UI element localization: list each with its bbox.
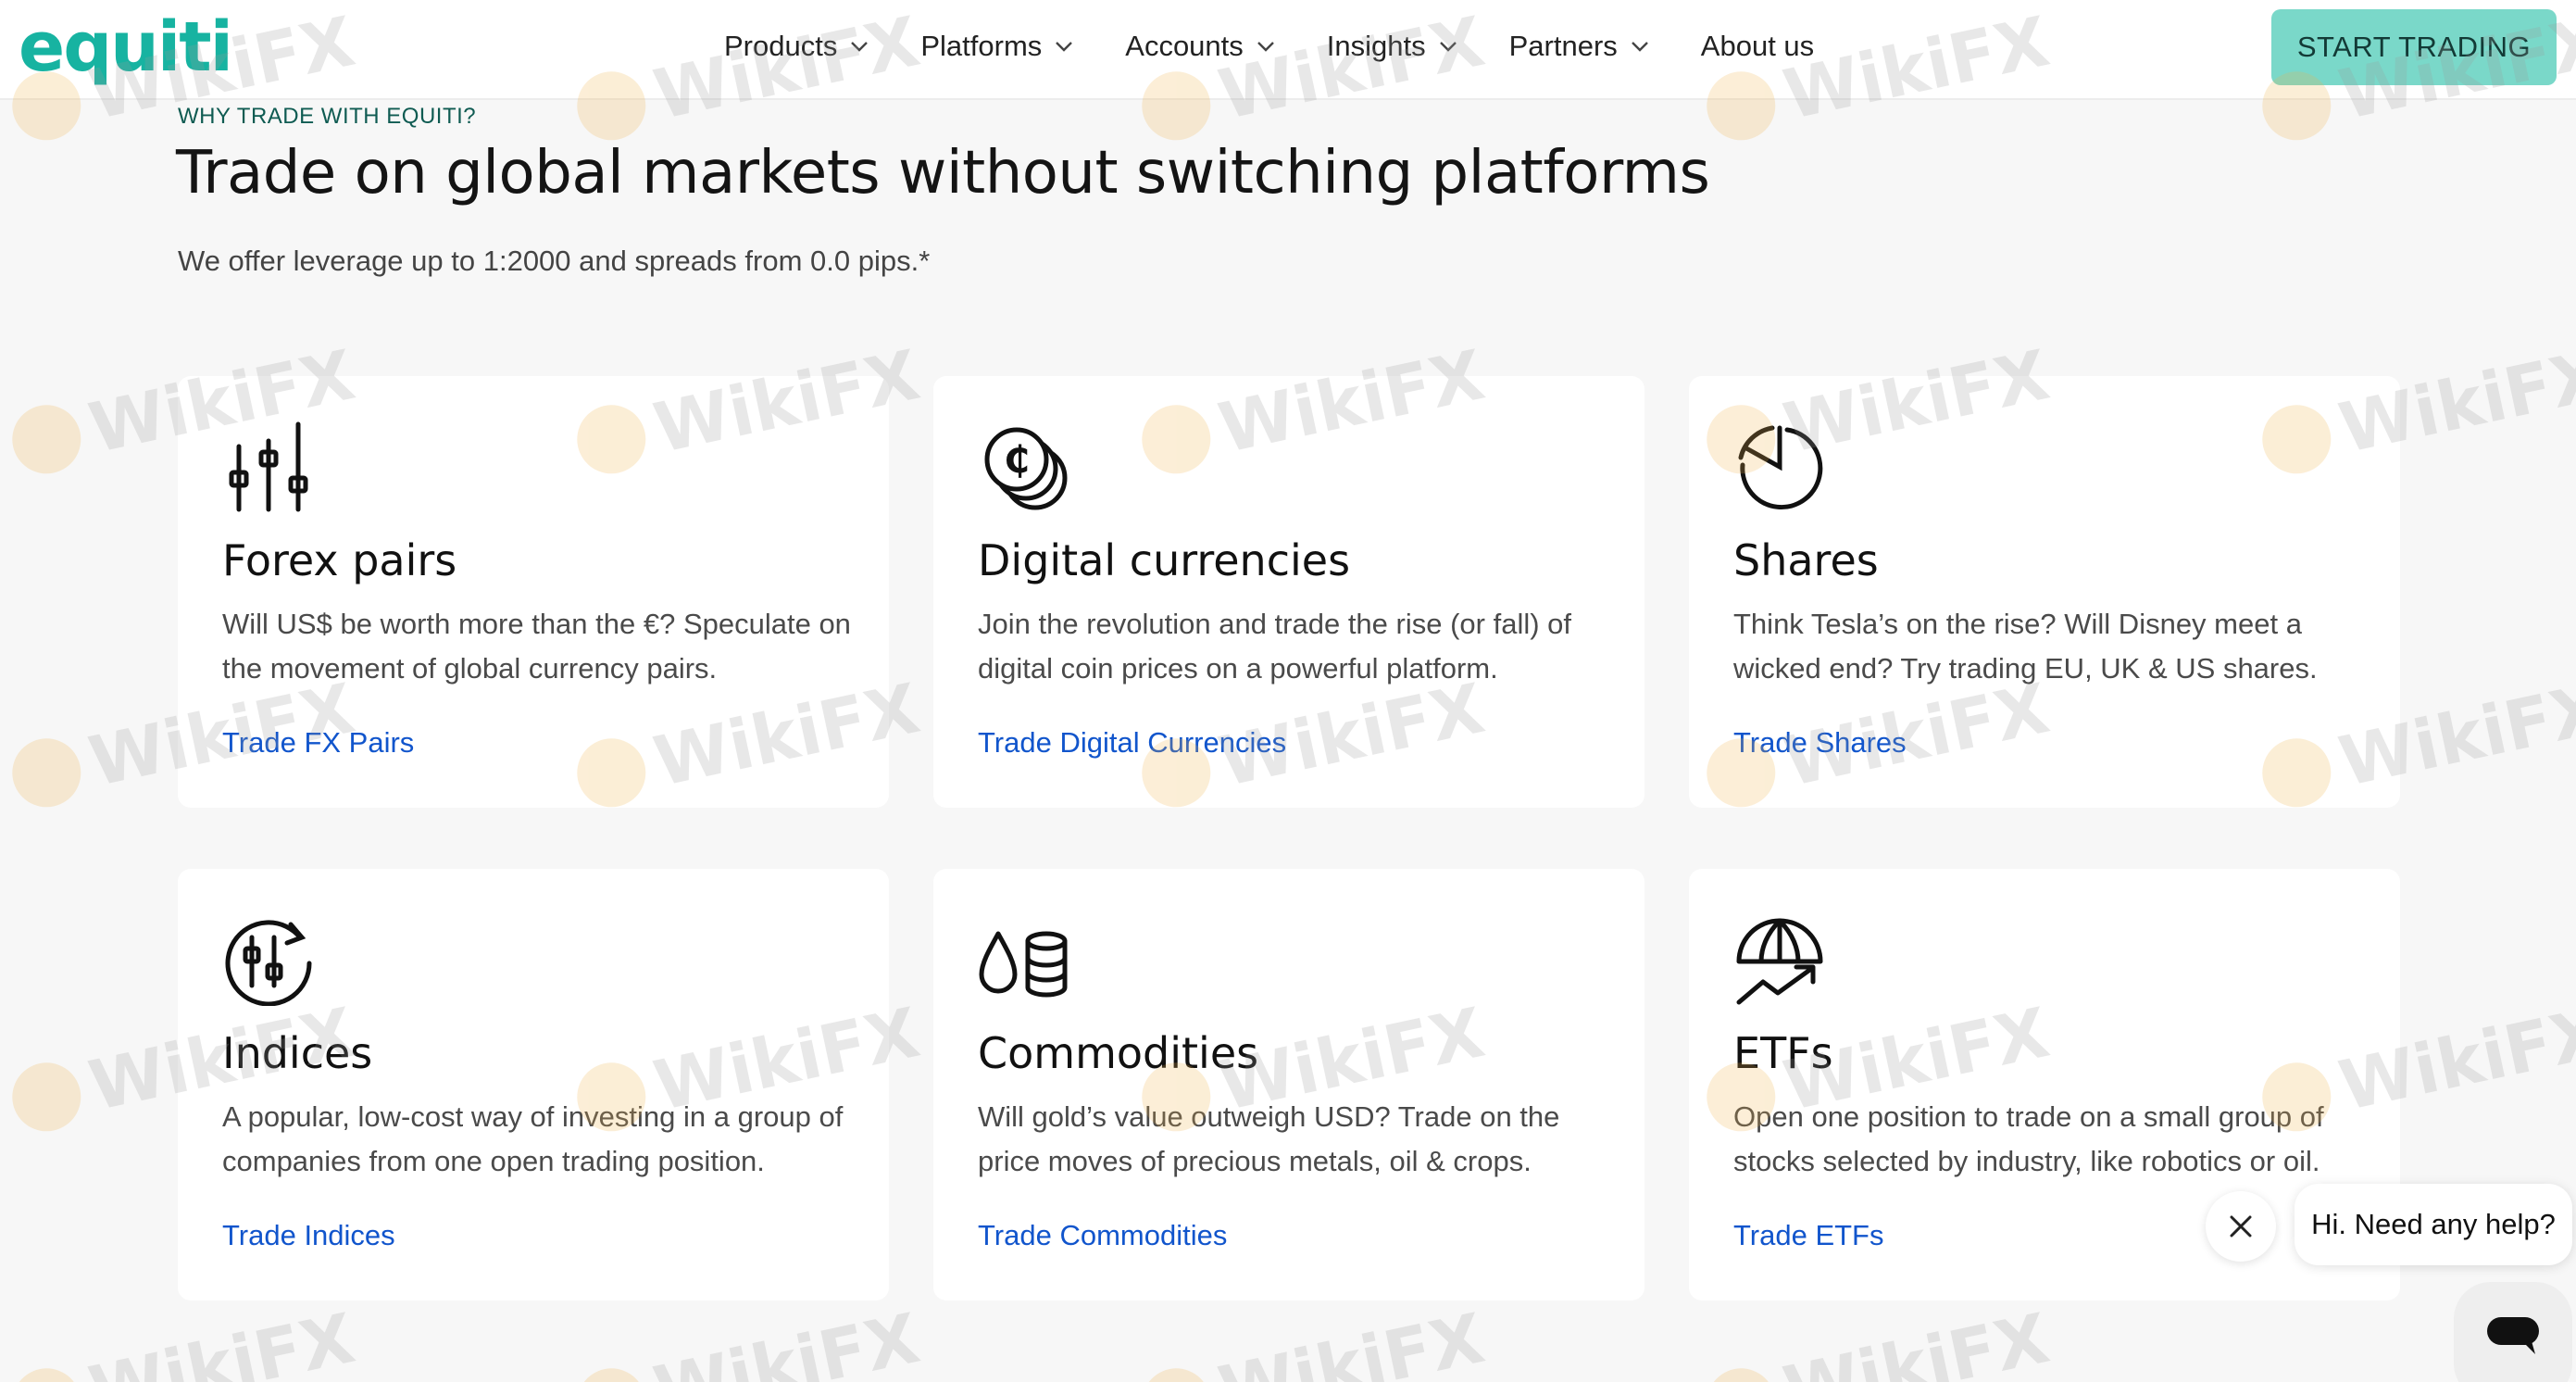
chevron-down-icon [851,42,869,52]
card-description: Will US$ be worth more than the €? Specu… [222,608,851,685]
svg-text:₵: ₵ [1004,439,1030,482]
trade-indices-link[interactable]: Trade Indices [222,1219,395,1252]
nav-platforms-label: Platforms [920,30,1043,62]
card-description: Join the revolution and trade the rise (… [978,608,1572,685]
card-title: Commodities [978,1028,1259,1078]
card-title: Forex pairs [222,535,457,585]
chat-launcher-button[interactable] [2454,1282,2572,1382]
chevron-down-icon [1439,42,1457,52]
trade-fx-pairs-link[interactable]: Trade FX Pairs [222,726,414,760]
card-description: Think Tesla’s on the rise? Will Disney m… [1733,608,2318,685]
wikifx-logo-icon [6,1056,88,1138]
chevron-down-icon [1631,42,1648,52]
card-title: Indices [222,1028,373,1078]
main-nav: Products Platforms Accounts Insights Par… [724,0,1864,93]
nav-accounts[interactable]: Accounts [1125,30,1277,63]
oil-drop-barrel-icon [979,931,1068,998]
index-cycle-icon [225,920,312,1006]
wikifx-watermark: WikiFX [1134,1299,1491,1382]
chevron-down-icon [1257,42,1274,52]
trade-commodities-link[interactable]: Trade Commodities [978,1219,1227,1252]
candlestick-chart-icon [229,421,308,512]
equiti-logo[interactable]: equiti [19,6,233,89]
wikifx-watermark: WikiFX [569,1299,926,1382]
wikifx-watermark-text: WikiFX [82,1298,362,1382]
chat-greeting-text: Hi. Need any help? [2311,1208,2556,1240]
nav-partners[interactable]: Partners [1509,30,1651,63]
chat-icon [2487,1317,2539,1354]
nav-about-us-label: About us [1700,30,1815,62]
wikifx-logo-icon [6,732,88,814]
card-indices: Indices A popular, low-cost way of inves… [178,869,889,1300]
trade-etfs-link[interactable]: Trade ETFs [1733,1219,1884,1252]
section-eyebrow: WHY TRADE WITH EQUITI? [178,104,477,129]
nav-platforms[interactable]: Platforms [920,30,1075,63]
chat-close-button[interactable] [2206,1191,2276,1262]
card-title: Digital currencies [978,535,1351,585]
nav-insights-label: Insights [1326,30,1426,62]
card-title: Shares [1733,535,1879,585]
wikifx-watermark: WikiFX [5,1299,361,1382]
card-etfs: ETFs Open one position to trade on a sma… [1689,869,2400,1300]
site-header: equiti Products Platforms Accounts Insig… [0,0,2576,100]
wikifx-logo-icon [1700,1362,1782,1382]
wikifx-logo-icon [6,1362,88,1382]
card-shares: Shares Think Tesla’s on the rise? Will D… [1689,376,2400,808]
card-commodities: Commodities Will gold’s value outweigh U… [933,869,1644,1300]
card-digital-currencies: ₵ Digital currencies Join the revolution… [933,376,1644,808]
nav-products[interactable]: Products [724,30,870,63]
wikifx-watermark: WikiFX [1699,1299,2056,1382]
trade-digital-currencies-link[interactable]: Trade Digital Currencies [978,726,1286,760]
wikifx-logo-icon [570,1362,653,1382]
card-title: ETFs [1733,1028,1833,1078]
umbrella-trend-icon [1736,918,1823,1005]
wikifx-logo-icon [1135,1362,1218,1382]
start-trading-button[interactable]: START TRADING [2271,9,2557,85]
wikifx-logo-icon [6,398,88,481]
chevron-down-icon [1056,42,1073,52]
chat-greeting-bubble[interactable]: Hi. Need any help? [2295,1184,2572,1265]
close-icon [2230,1215,2252,1238]
nav-about-us[interactable]: About us [1701,30,1814,63]
nav-insights[interactable]: Insights [1327,30,1459,63]
card-description: A popular, low-cost way of investing in … [222,1100,844,1177]
page-headline: Trade on global markets without switchin… [176,139,1710,207]
card-forex-pairs: Forex pairs Will US$ be worth more than … [178,376,889,808]
nav-accounts-label: Accounts [1125,30,1244,62]
crypto-coins-icon: ₵ [984,427,1068,510]
pie-chart-icon [1738,425,1823,510]
nav-products-label: Products [724,30,838,62]
nav-partners-label: Partners [1508,30,1618,62]
wikifx-watermark-text: WikiFX [647,1298,927,1382]
page-subline: We offer leverage up to 1:2000 and sprea… [178,245,931,277]
wikifx-watermark-text: WikiFX [1777,1298,2057,1382]
card-description: Open one position to trade on a small gr… [1733,1100,2324,1177]
card-description: Will gold’s value outweigh USD? Trade on… [978,1100,1560,1177]
trade-shares-link[interactable]: Trade Shares [1733,726,1907,760]
wikifx-watermark-text: WikiFX [1212,1298,1492,1382]
